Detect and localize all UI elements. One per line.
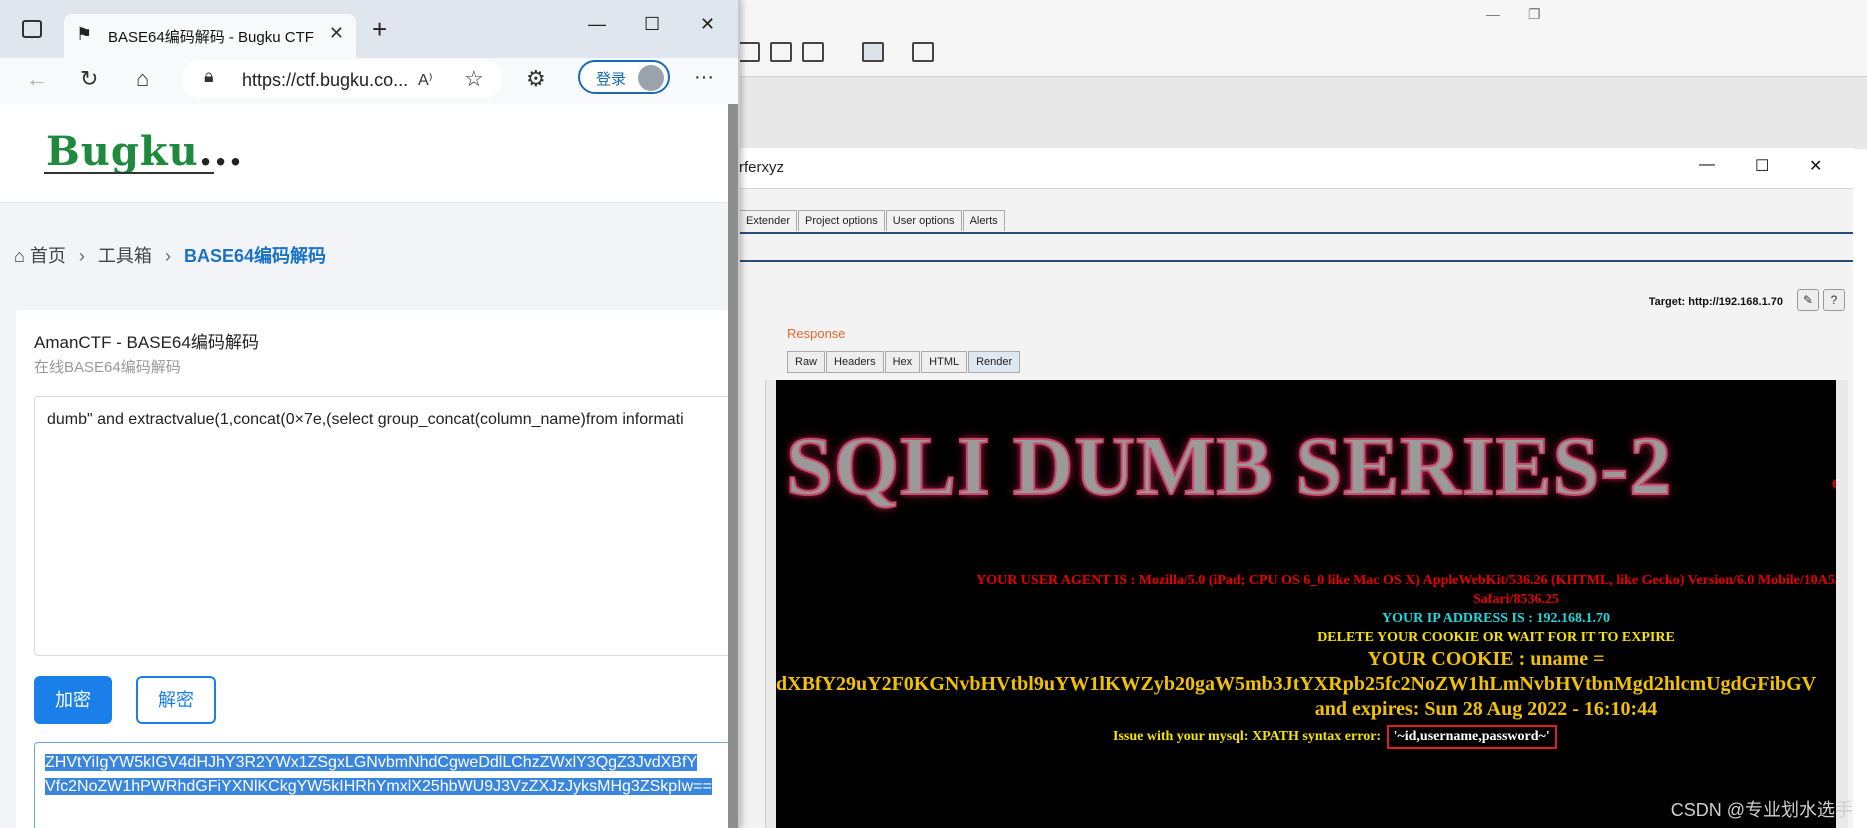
mysql-issue-line: Issue with your mysql: XPATH syntax erro… <box>1113 725 1557 749</box>
target-label: Target: http://192.168.1.70 <box>1648 296 1783 308</box>
expires-line: and expires: Sun 28 Aug 2022 - 16:10:44 <box>1314 698 1658 720</box>
extensions-icon[interactable]: ⚙ <box>526 66 546 92</box>
breadcrumb-toolbox[interactable]: 工具箱 <box>98 246 152 266</box>
fullscreen-icon[interactable] <box>770 42 792 62</box>
tab-user-options[interactable]: User options <box>885 210 962 231</box>
scrollbar[interactable] <box>728 104 738 828</box>
burp-window-title: rferxyz <box>739 159 784 176</box>
login-label: 登录 <box>596 71 627 88</box>
decode-button[interactable]: 解密 <box>136 676 216 724</box>
home-icon[interactable]: ⌂ <box>14 246 25 266</box>
encode-button[interactable]: 加密 <box>34 676 112 724</box>
tab-project-options[interactable]: Project options <box>798 210 885 231</box>
lock-icon[interactable]: 🔒︎ <box>204 66 214 87</box>
site-header: Bugku... <box>0 104 728 203</box>
output-textarea[interactable]: ZHVtYiIgYW5kIGV4dHJhY3R2YWx1ZSgxLGNvbmNh… <box>34 742 738 828</box>
output-text: ZHVtYiIgYW5kIGV4dHJhY3R2YWx1ZSgxLGNvbmNh… <box>45 751 712 799</box>
user-agent-cont: Safari/8536.25 <box>1473 592 1559 607</box>
more-icon[interactable]: ··· <box>694 66 714 89</box>
read-aloud-icon[interactable]: A⁾ <box>418 70 433 90</box>
tab-actions-icon[interactable] <box>22 20 42 38</box>
terminal-icon[interactable] <box>862 42 884 62</box>
card-title: AmanCTF - BASE64编码解码 <box>34 333 259 352</box>
burp-tab-bar: Extender Project options User options Alert… <box>739 210 1006 232</box>
background-strip <box>738 77 1867 149</box>
delete-cookie-line: DELETE YOUR COOKIE OR WAIT FOR IT TO EXP… <box>1317 630 1675 645</box>
login-button[interactable]: 登录 <box>578 60 670 94</box>
refresh-icon[interactable]: ↻ <box>80 66 98 92</box>
divider <box>739 260 1853 262</box>
tab-headers[interactable]: Headers <box>826 351 884 373</box>
background-toolbar: — ❐ <box>738 0 1867 77</box>
sqli-banner: SQLI DUMB SERIES-2 <box>785 419 1673 514</box>
cookie-value: dXBfY29uY2F0KGNvbHVtbl9uYW1lKWZyb20gaW5m… <box>776 673 1817 695</box>
input-textarea[interactable]: dumb" and extractvalue(1,concat(0×7e,(se… <box>34 396 738 656</box>
logo-text: Bugku <box>46 128 199 175</box>
add-favorite-icon[interactable]: ☆ <box>464 66 484 92</box>
response-tab-bar: Raw Headers Hex HTML Render <box>787 351 1021 373</box>
logo-dots: ... <box>198 128 244 175</box>
render-panel: SQLI DUMB SERIES-2 e YOUR USER AGENT IS … <box>776 380 1836 828</box>
tab-html[interactable]: HTML <box>921 351 968 373</box>
ip-address-line: YOUR IP ADDRESS IS : 192.168.1.70 <box>1382 611 1610 626</box>
scrollbar[interactable] <box>765 380 776 828</box>
burp-title-bar: rferxyz — ☐ ✕ <box>739 148 1853 189</box>
page-content: Bugku... ⌂ 首页 › 工具箱 › BASE64编码解码 AmanCTF… <box>0 104 738 828</box>
issue-text: Issue with your mysql: XPATH syntax erro… <box>1113 729 1382 744</box>
banner-tail: e <box>1832 472 1836 493</box>
watermark: CSDN @专业划水选手 <box>1670 800 1853 820</box>
address-bar[interactable]: 🔒︎ https://ctf.bugku.co... <box>182 60 502 98</box>
tab-raw[interactable]: Raw <box>787 351 826 373</box>
tab-extender[interactable]: Extender <box>739 210 798 231</box>
tab-hex[interactable]: Hex <box>884 351 921 373</box>
minimize-icon[interactable]: — <box>1486 6 1500 22</box>
maximize-icon[interactable]: ☐ <box>1755 156 1769 176</box>
restore-icon[interactable]: ❐ <box>1528 6 1541 23</box>
tab-title: BASE64编码解码 - Bugku CTF <box>108 29 314 46</box>
card-subtitle: 在线BASE64编码解码 <box>34 359 181 376</box>
edit-icon[interactable]: ✎ <box>1797 289 1819 311</box>
input-text: dumb" and extractvalue(1,concat(0×7e,(se… <box>47 411 684 428</box>
layout-icon[interactable] <box>738 42 760 62</box>
tab-close-icon[interactable]: ✕ <box>329 23 344 44</box>
response-label: Response <box>787 326 846 341</box>
tool-card: AmanCTF - BASE64编码解码 在线BASE64编码解码 dumb" … <box>16 310 738 828</box>
user-agent-line: YOUR USER AGENT IS : Mozilla/5.0 (iPad; … <box>976 573 1836 588</box>
cookie-line: YOUR COOKIE : uname = <box>1367 648 1605 670</box>
edge-window: ⚑ BASE64编码解码 - Bugku CTF ✕ + — ☐ ✕ ← ↻ ⌂… <box>0 0 740 828</box>
browser-toolbar: ← ↻ ⌂ 🔒︎ https://ctf.bugku.co... A⁾ ☆ ⚙ … <box>0 58 738 105</box>
minimize-icon[interactable]: — <box>1699 156 1715 174</box>
output-line: Vfc2NoZW1hPWRhdGFiYXNlKCkgYW5kIHRhYmxlX2… <box>45 778 712 795</box>
copy-icon[interactable] <box>802 42 824 62</box>
browser-tab[interactable]: ⚑ BASE64编码解码 - Bugku CTF ✕ <box>64 14 356 58</box>
favicon-flag-icon: ⚑ <box>76 24 93 44</box>
xpath-error-value: '~id,username,password~' <box>1386 725 1557 749</box>
output-line: ZHVtYiIgYW5kIGV4dHJhY3R2YWx1ZSgxLGNvbmNh… <box>45 754 698 771</box>
breadcrumb-current: BASE64编码解码 <box>183 246 326 266</box>
expand-icon[interactable] <box>912 42 934 62</box>
chevron-right-icon: › <box>78 246 85 266</box>
avatar <box>638 65 664 91</box>
logo-underline <box>44 172 214 174</box>
url-text: https://ctf.bugku.co... <box>242 70 409 90</box>
close-icon[interactable]: ✕ <box>1809 156 1822 176</box>
breadcrumb-home[interactable]: 首页 <box>30 246 66 266</box>
help-icon[interactable]: ? <box>1823 289 1845 311</box>
breadcrumb: ⌂ 首页 › 工具箱 › BASE64编码解码 <box>14 242 326 268</box>
divider <box>739 232 1853 234</box>
new-tab-icon[interactable]: + <box>372 14 387 45</box>
home-icon[interactable]: ⌂ <box>136 66 149 92</box>
tab-alerts[interactable]: Alerts <box>962 210 1005 231</box>
minimize-icon[interactable]: — <box>588 14 606 35</box>
back-icon[interactable]: ← <box>26 66 48 92</box>
close-icon[interactable]: ✕ <box>700 14 715 35</box>
site-logo[interactable]: Bugku... <box>46 128 243 175</box>
chevron-right-icon: › <box>164 246 171 266</box>
tab-bar: ⚑ BASE64编码解码 - Bugku CTF ✕ + — ☐ ✕ <box>0 0 738 58</box>
maximize-icon[interactable]: ☐ <box>644 14 660 35</box>
tab-render[interactable]: Render <box>968 351 1021 373</box>
